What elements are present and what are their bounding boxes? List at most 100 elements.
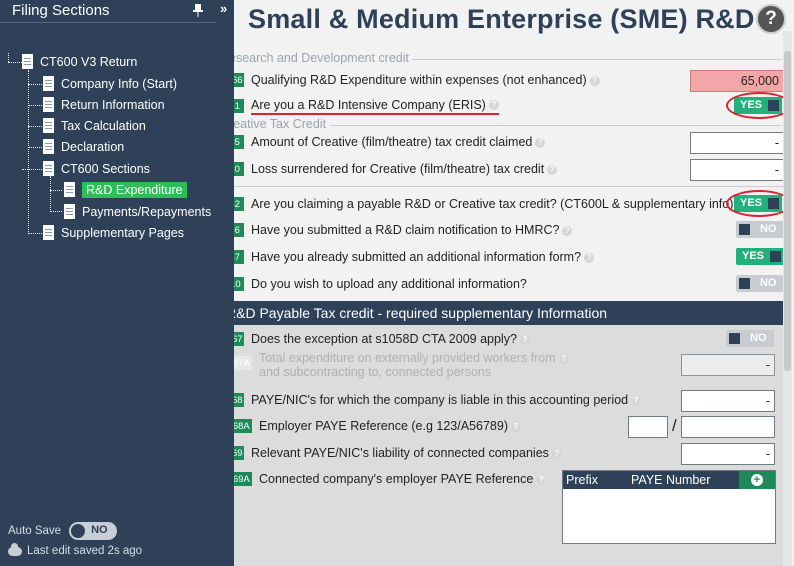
row-142: 142 Are you claiming a payable R&D or Cr… [220,193,784,215]
tree-item-label: CT600 V3 Return [40,54,138,69]
document-icon [64,182,75,197]
page-title: Small & Medium Enterprise (SME) R&D [248,4,755,34]
help-button[interactable]: ? [756,4,786,34]
upload-additional-info-toggle[interactable]: NO [736,275,784,292]
info-icon[interactable]: ? [510,421,521,432]
loss-surrendered-input[interactable]: - [690,159,784,181]
autosave-toggle[interactable]: NO [69,522,118,540]
toggle-knob [71,524,86,538]
info-icon[interactable]: ? [589,75,600,86]
question-label: PAYE/NIC's for which the company is liab… [251,393,642,407]
section-divider [330,125,782,126]
tree-item-company-info[interactable]: Company Info (Start) [43,74,177,93]
paye-reference-number-input[interactable] [681,416,775,438]
info-icon[interactable]: ? [551,448,562,459]
tree-item-label: Company Info (Start) [61,76,178,91]
toggle-state: NO [760,277,777,289]
tree-item-return-information[interactable]: Return Information [43,95,165,114]
tree-connector [8,53,9,62]
paye-separator: / [672,416,677,435]
section-divider [412,59,782,60]
column-header-paye-number: PAYE Number [631,473,711,487]
autosave-label: Auto Save [8,525,62,537]
question-label: Have you already submitted an additional… [251,250,595,264]
plus-icon: + [751,474,763,486]
document-icon [43,161,54,176]
claim-notification-toggle[interactable]: NO [736,221,784,238]
row-r10: R10 Do you wish to upload any additional… [220,273,784,295]
rd-payable-supplementary-panel: R&D Payable Tax credit - required supple… [220,301,784,566]
paye-nic-liability-input[interactable]: - [681,390,775,412]
filing-sections-sidebar: Filing Sections CT600 V3 Return Company … [0,0,216,566]
last-edit-text: Last edit saved 2s ago [27,545,143,557]
info-icon[interactable]: ? [631,395,642,406]
toggle-state: NO [750,332,767,344]
question-label: Loss surrendered for Creative (film/thea… [251,162,558,176]
document-icon [22,54,33,69]
main-content: Small & Medium Enterprise (SME) R&D ? Re… [216,0,794,566]
question-label: Relevant PAYE/NIC's liability of connect… [251,446,562,460]
collapse-sidebar-strip[interactable]: » [216,0,234,566]
s1058d-exception-toggle[interactable]: NO [726,330,774,347]
row-657: 657 Have you already submitted an additi… [220,246,784,268]
section-divider [220,186,784,187]
tree-connector [28,84,42,85]
tree-item-label: Payments/Repayments [82,204,212,219]
tree-connector [50,176,51,212]
info-icon[interactable]: ? [558,353,569,364]
tree-item-label: Return Information [61,97,165,112]
column-header-prefix: Prefix [566,473,598,487]
document-icon [43,139,54,154]
tree-item-supplementary-pages[interactable]: Supplementary Pages [43,223,184,242]
tree-connector [50,211,62,212]
info-icon[interactable]: ? [488,100,499,111]
tree-connector [28,70,29,234]
connected-companies-liability-input[interactable]: - [681,443,775,465]
row-l167: L167 Does the exception at s1058D CTA 20… [220,328,774,350]
tree-connector [28,105,42,106]
info-icon[interactable]: ? [584,252,595,263]
section-heading-rd-credit: Research and Development credit [220,51,409,65]
tree-item-label: Tax Calculation [61,118,146,133]
document-icon [43,118,54,133]
row-656: 656 Have you submitted a R&D claim notif… [220,219,784,241]
vertical-scrollbar[interactable] [783,31,792,566]
info-icon[interactable]: ? [535,137,546,148]
info-icon[interactable]: ? [547,164,558,175]
tree-item-ct600-v3-return[interactable]: CT600 V3 Return [22,52,137,71]
tree-item-label: CT600 Sections [61,161,150,176]
connected-paye-table: Prefix PAYE Number + [562,470,776,544]
tree-item-payments-repayments[interactable]: Payments/Repayments [64,202,211,221]
question-label: Total expenditure on externally provided… [259,351,569,379]
question-label: Are you claiming a payable R&D or Creati… [251,197,734,211]
panel-title: R&D Payable Tax credit - required supple… [220,301,784,325]
toggle-knob [739,224,750,235]
question-label: Do you wish to upload any additional inf… [251,277,527,291]
info-icon[interactable]: ? [536,474,547,485]
connected-persons-expenditure-input[interactable]: - [681,354,775,376]
document-icon [64,204,75,219]
tree-item-tax-calculation[interactable]: Tax Calculation [43,116,146,135]
tree-connector [22,169,42,170]
question-label: Amount of Creative (film/theatre) tax cr… [251,135,546,149]
info-icon[interactable]: ? [562,225,573,236]
question-label: Are you a R&D Intensive Company (ERIS)? [251,98,499,115]
row-l167a: L167A Total expenditure on externally pr… [220,351,569,379]
tree-item-rd-expenditure[interactable]: R&D Expenditure [64,180,187,199]
cloud-icon [8,542,22,556]
additional-info-form-toggle[interactable]: YES [736,248,784,265]
info-icon[interactable]: ? [519,334,530,345]
filing-tree: CT600 V3 Return Company Info (Start) Ret… [0,0,216,566]
tree-connector [50,190,62,191]
scrollbar-thumb[interactable] [784,51,791,371]
add-row-button[interactable]: + [739,471,775,489]
tree-item-ct600-sections[interactable]: CT600 Sections [43,159,150,178]
tree-connector [8,62,22,63]
section-heading-creative: Creative Tax Credit [220,117,327,131]
row-661: 661 Are you a R&D Intensive Company (ERI… [220,95,784,117]
creative-credit-claimed-input[interactable]: - [690,132,784,154]
tree-item-declaration[interactable]: Declaration [43,137,124,156]
qualifying-rd-expenditure-input[interactable]: 65,000 [690,70,784,92]
document-icon [43,225,54,240]
paye-reference-prefix-input[interactable] [628,416,668,438]
